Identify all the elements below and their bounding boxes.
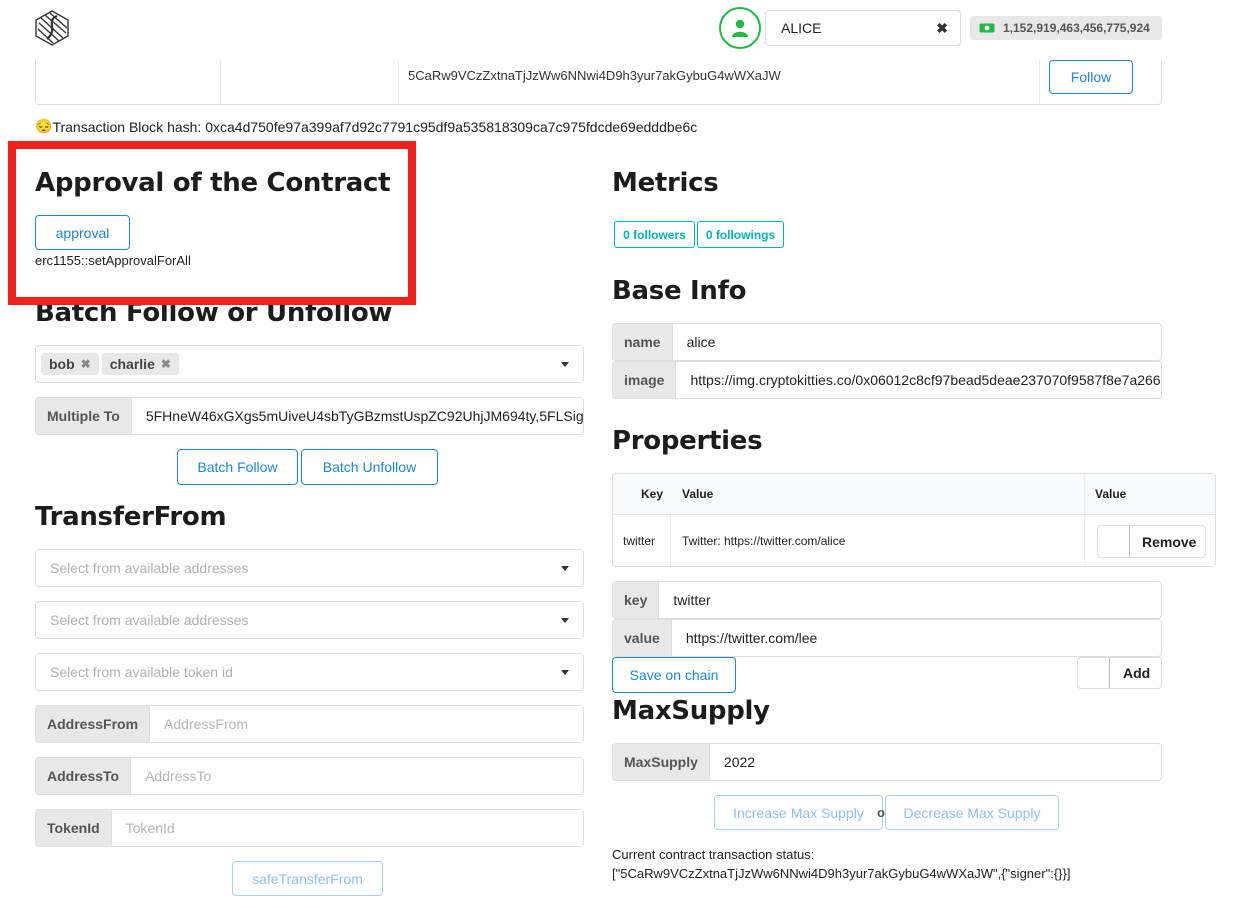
chip-label: bob xyxy=(49,356,75,372)
image-input[interactable]: https://img.cryptokitties.co/0x06012c8cf… xyxy=(676,372,1161,388)
token-id-select[interactable]: Select from available token id xyxy=(35,653,584,691)
property-value-field: value https://twitter.com/lee xyxy=(612,619,1162,657)
property-key: twitter xyxy=(623,534,656,548)
toggle-knob xyxy=(1078,658,1110,688)
address-from-field: AddressFrom AddressFrom xyxy=(35,705,584,743)
money-icon xyxy=(979,23,995,33)
multiple-to-label: Multiple To xyxy=(36,398,132,434)
decrease-max-supply-button[interactable]: Decrease Max Supply xyxy=(885,795,1059,830)
value-input[interactable]: https://twitter.com/lee xyxy=(672,630,1161,646)
tx-hash-line: 😔 Transaction Block hash: 0xca4d750fe97a… xyxy=(35,118,697,135)
batch-follow-button[interactable]: Batch Follow xyxy=(177,449,298,485)
max-supply-field: MaxSupply 2022 xyxy=(612,743,1162,781)
multiple-to-input[interactable]: 5FHneW46xGXgs5mUiveU4sbTyGBzmstUspZC92Uh… xyxy=(132,408,583,424)
properties-title: Properties xyxy=(612,426,763,456)
image-label: image xyxy=(613,362,677,398)
chevron-down-icon xyxy=(561,669,569,675)
name-input[interactable]: alice xyxy=(673,334,1161,350)
chevron-down-icon[interactable] xyxy=(561,362,569,367)
remove-property-toggle[interactable]: Remove xyxy=(1097,525,1206,558)
remove-icon[interactable]: ✖ xyxy=(161,357,171,371)
key-input[interactable]: twitter xyxy=(659,592,1161,608)
remove-button-label: Remove xyxy=(1142,533,1197,550)
max-supply-input[interactable]: 2022 xyxy=(710,754,1161,770)
balance-badge: 1,152,919,463,456,775,924 xyxy=(970,16,1162,40)
tx-hash-text: Transaction Block hash: 0xca4d750fe97a39… xyxy=(52,118,698,135)
toggle-knob xyxy=(1098,526,1130,557)
base-info-title: Base Info xyxy=(612,276,747,306)
status-label: Current contract transaction status: xyxy=(612,847,815,862)
followings-tag[interactable]: 0 followings xyxy=(697,221,784,248)
metrics-title: Metrics xyxy=(612,168,719,198)
properties-table: Key Value Value twitter Twitter: https:/… xyxy=(612,473,1216,567)
table-divider xyxy=(220,60,221,104)
save-on-chain-button[interactable]: Save on chain xyxy=(612,657,736,693)
follow-button[interactable]: Follow xyxy=(1049,60,1133,94)
chevron-down-icon xyxy=(561,565,569,571)
user-icon xyxy=(732,19,748,37)
highlight-box xyxy=(8,141,416,305)
token-id-field: TokenId TokenId xyxy=(35,809,584,847)
address-from-label: AddressFrom xyxy=(36,706,151,742)
transfer-title: TransferFrom xyxy=(35,502,227,532)
address-to-input[interactable]: AddressTo xyxy=(131,768,583,784)
balance-value: 1,152,919,463,456,775,924 xyxy=(1003,21,1150,35)
image-field: image https://img.cryptokitties.co/0x060… xyxy=(612,361,1162,399)
value-label: value xyxy=(613,620,672,656)
column-header-key: Key xyxy=(641,487,664,501)
safe-transfer-from-button[interactable]: safeTransferFrom xyxy=(232,861,383,896)
add-button-label: Add xyxy=(1123,665,1151,681)
account-selector[interactable]: ALICE ✖ xyxy=(765,10,961,46)
address-to-label: AddressTo xyxy=(36,758,132,794)
chip-label: charlie xyxy=(109,356,155,372)
table-divider xyxy=(1039,60,1040,104)
logo-icon xyxy=(35,10,69,46)
chevron-down-icon xyxy=(561,617,569,623)
column-header-value: Value xyxy=(682,487,714,501)
from-address-select[interactable]: Select from available addresses xyxy=(35,549,584,587)
name-label: name xyxy=(613,324,673,360)
account-name: ALICE xyxy=(781,20,822,36)
multiple-to-field: Multiple To 5FHneW46xGXgs5mUiveU4sbTyGBz… xyxy=(35,397,584,435)
status-value: ["5CaRw9VCzZxtnaTjJzWw6NNwi4D9h3yur7akGy… xyxy=(612,866,1071,881)
follow-table: 5CaRw9VCzZxtnaTjJzWw6NNwi4D9h3yur7akGybu… xyxy=(35,60,1162,105)
max-supply-title: MaxSupply xyxy=(612,696,770,726)
avatar[interactable] xyxy=(719,7,761,49)
select-placeholder: Select from available addresses xyxy=(50,612,249,628)
table-divider xyxy=(1084,474,1085,566)
chip-bob[interactable]: bob ✖ xyxy=(41,353,99,375)
address-to-field: AddressTo AddressTo xyxy=(35,757,584,795)
max-supply-label: MaxSupply xyxy=(613,744,710,780)
batch-unfollow-button[interactable]: Batch Unfollow xyxy=(301,449,438,485)
sad-face-icon: 😔 xyxy=(35,118,53,134)
address-from-input[interactable]: AddressFrom xyxy=(150,716,583,732)
select-placeholder: Select from available token id xyxy=(50,664,233,680)
followers-tag[interactable]: 0 followers xyxy=(614,221,695,248)
key-label: key xyxy=(613,582,660,618)
increase-max-supply-button[interactable]: Increase Max Supply xyxy=(714,795,883,830)
property-value: Twitter: https://twitter.com/alice xyxy=(682,534,846,548)
name-field: name alice xyxy=(612,323,1162,361)
to-address-select[interactable]: Select from available addresses xyxy=(35,601,584,639)
token-id-label: TokenId xyxy=(36,810,112,846)
app-logo[interactable] xyxy=(33,9,71,47)
batch-target-select[interactable]: bob ✖ charlie ✖ xyxy=(35,345,584,383)
add-property-toggle[interactable]: Add xyxy=(1077,657,1162,689)
follow-address: 5CaRw9VCzZxtnaTjJzWw6NNwi4D9h3yur7akGybu… xyxy=(408,68,781,83)
select-placeholder: Select from available addresses xyxy=(50,560,249,576)
property-key-field: key twitter xyxy=(612,581,1162,619)
table-divider xyxy=(398,60,399,104)
table-divider xyxy=(670,515,671,566)
clear-icon[interactable]: ✖ xyxy=(936,20,948,37)
column-header-action: Value xyxy=(1095,487,1127,501)
chip-charlie[interactable]: charlie ✖ xyxy=(101,353,179,375)
remove-icon[interactable]: ✖ xyxy=(81,357,91,371)
token-id-input[interactable]: TokenId xyxy=(112,820,583,836)
